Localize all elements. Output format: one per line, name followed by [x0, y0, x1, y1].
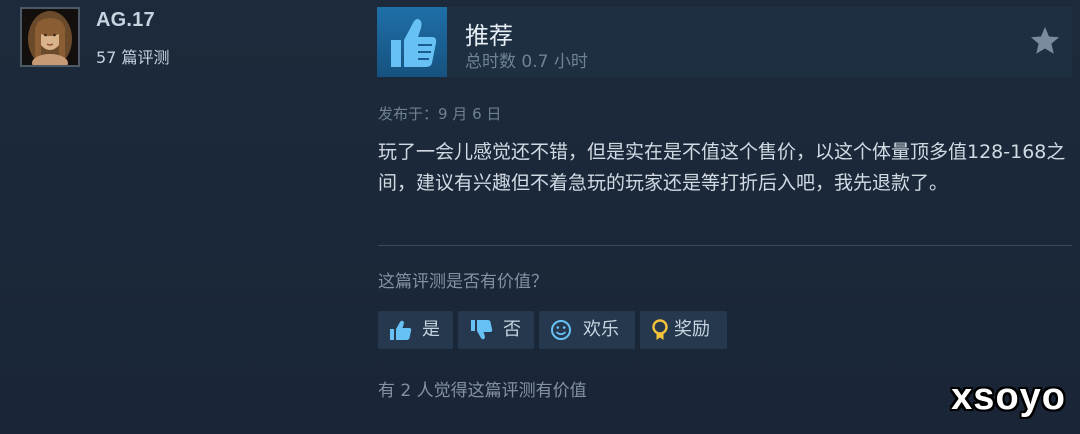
helpful-question: 这篇评测是否有价值？ — [378, 272, 548, 292]
author-review-count[interactable]: 57 篇评测 — [96, 44, 169, 68]
divider — [378, 245, 1072, 246]
thumbs-up-icon — [377, 7, 447, 77]
vote-funny-label: 欢乐 — [583, 319, 619, 340]
award-label: 奖励 — [674, 319, 710, 340]
helpful-count: 有 2 人觉得这篇评测有价值 — [378, 381, 587, 401]
posted-date: 发布于：9 月 6 日 — [378, 105, 502, 123]
vote-yes-label: 是 — [422, 319, 440, 340]
review-page: AG.17 57 篇评测 推荐 总时数 0.7 小时 发布于：9 月 6 日 玩… — [0, 0, 1080, 434]
recommendation-header: 推荐 总时数 0.7 小时 — [377, 7, 1072, 77]
thumbs-up-icon — [389, 319, 413, 341]
watermark: xsoyo — [951, 376, 1066, 418]
thumbs-down-icon — [470, 319, 494, 341]
author-name[interactable]: AG.17 — [96, 9, 155, 32]
award-button[interactable]: 奖励 — [640, 311, 727, 349]
vote-funny-button[interactable]: 欢乐 — [539, 311, 635, 349]
vote-no-label: 否 — [503, 319, 521, 340]
vote-yes-button[interactable]: 是 — [378, 311, 453, 349]
vote-no-button[interactable]: 否 — [458, 311, 534, 349]
avatar[interactable] — [20, 7, 80, 67]
hours-played: 总时数 0.7 小时 — [465, 52, 588, 72]
recommendation-title: 推荐 — [465, 22, 513, 50]
avatar-image — [22, 9, 78, 65]
star-icon[interactable] — [1028, 24, 1062, 58]
review-text: 玩了一会儿感觉还不错，但是实在是不值这个售价，以这个体量顶多值128-168之间… — [378, 141, 1066, 194]
smiley-icon — [549, 319, 573, 341]
award-ribbon-icon — [648, 319, 672, 341]
